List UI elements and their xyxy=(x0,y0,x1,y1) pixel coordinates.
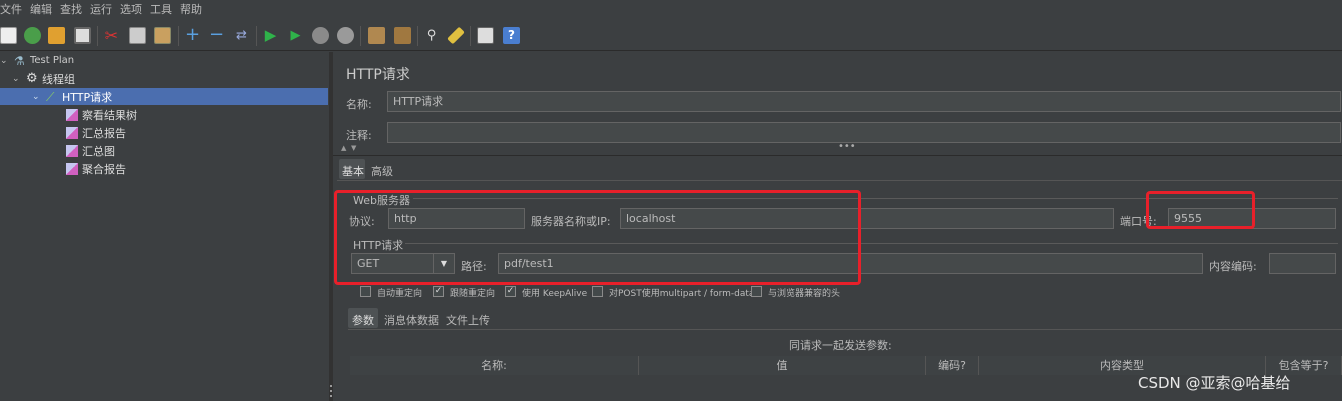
flask-icon: ⚗ xyxy=(14,53,25,68)
tree-node-label: HTTP请求 xyxy=(62,90,113,104)
name-label: 名称: xyxy=(346,98,372,111)
menu-tools[interactable]: 工具 xyxy=(150,0,172,20)
watermark: CSDN @亚索@哈基给 xyxy=(1138,374,1291,392)
tree-node-label: 线程组 xyxy=(42,72,75,86)
menu-bar: 文件 编辑 查找 运行 选项 工具 帮助 xyxy=(0,0,1342,20)
pipette-icon: ⟋ xyxy=(46,89,55,104)
drag-handle-icon[interactable]: ••• xyxy=(838,141,856,152)
cut-icon[interactable]: ✂ xyxy=(103,27,120,44)
collapse-icon[interactable]: − xyxy=(208,26,225,44)
encoding-field[interactable] xyxy=(1269,253,1336,274)
follow-redirect-label: 跟随重定向 xyxy=(450,289,496,299)
tab-params[interactable]: 参数 xyxy=(352,312,374,328)
tab-file-upload[interactable]: 文件上传 xyxy=(446,312,490,328)
menu-file[interactable]: 文件 xyxy=(0,0,22,20)
tab-divider xyxy=(337,180,1342,181)
arrow-down-icon[interactable]: ▼ xyxy=(351,144,356,152)
reset-search-icon[interactable] xyxy=(447,26,465,45)
tree-node-test-plan[interactable]: ⌄ ⚗ Test Plan xyxy=(0,52,74,69)
params-caption: 同请求一起发送参数: xyxy=(789,339,892,352)
help-icon[interactable]: ? xyxy=(503,27,520,44)
open-icon[interactable] xyxy=(48,27,65,44)
tree-node-http-request[interactable]: ⌄ ⟋ HTTP请求 xyxy=(32,88,112,105)
tab-divider xyxy=(348,329,1342,330)
graph-icon xyxy=(66,126,78,139)
collapse-splitter[interactable]: ▲ ▼ ••• xyxy=(333,141,1342,156)
menu-help[interactable]: 帮助 xyxy=(180,0,202,20)
chevron-down-icon[interactable]: ⌄ xyxy=(0,56,8,66)
column-value[interactable]: 值 xyxy=(639,356,926,375)
column-encode[interactable]: 编码? xyxy=(926,356,979,375)
tree-node-summary-report[interactable]: 汇总报告 xyxy=(66,124,126,141)
function-helper-icon[interactable] xyxy=(477,27,494,44)
tree-node-view-results-tree[interactable]: 察看结果树 xyxy=(66,106,137,123)
tab-body-data[interactable]: 消息体数据 xyxy=(384,312,439,328)
shutdown-icon[interactable] xyxy=(337,27,354,44)
tree-node-thread-group[interactable]: ⌄ ⚙ 线程组 xyxy=(12,70,75,87)
new-icon[interactable] xyxy=(0,27,17,44)
multipart-label: 对POST使用multipart / form-data xyxy=(609,289,755,299)
tree-node-label: 聚合报告 xyxy=(82,162,126,176)
auto-redirect-label: 自动重定向 xyxy=(377,289,423,299)
stop-icon[interactable] xyxy=(312,27,329,44)
expand-icon[interactable]: + xyxy=(184,26,201,44)
http-request-panel: HTTP请求 名称: HTTP请求 注释: ▲ ▼ ••• 基本 高级 Web服… xyxy=(333,52,1342,401)
copy-icon[interactable] xyxy=(129,27,146,44)
start-icon[interactable]: ▶ xyxy=(262,27,279,44)
tree-node-label: Test Plan xyxy=(30,55,75,66)
gear-icon: ⚙ xyxy=(26,70,38,86)
tree-node-summary-graph[interactable]: 汇总图 xyxy=(66,142,115,159)
graph-icon xyxy=(66,162,78,175)
tab-advanced[interactable]: 高级 xyxy=(371,163,393,179)
tree-node-label: 察看结果树 xyxy=(82,108,137,122)
toolbar: ✂ + − ⇄ ▶ ▶ ⚲ ? xyxy=(0,21,1342,51)
page-title: HTTP请求 xyxy=(346,67,410,83)
menu-search[interactable]: 查找 xyxy=(60,0,82,20)
keepalive-label: 使用 KeepAlive xyxy=(522,289,588,299)
clear-all-icon[interactable] xyxy=(394,27,411,44)
multipart-checkbox[interactable] xyxy=(592,286,603,297)
follow-redirect-checkbox[interactable]: ✓ xyxy=(433,286,444,297)
search-icon[interactable]: ⚲ xyxy=(423,27,440,44)
clear-icon[interactable] xyxy=(368,27,385,44)
tab-basic[interactable]: 基本 xyxy=(342,163,364,179)
name-field[interactable]: HTTP请求 xyxy=(387,91,1341,112)
graph-icon xyxy=(66,144,78,157)
encoding-label: 内容编码: xyxy=(1209,260,1257,273)
comment-label: 注释: xyxy=(346,129,372,142)
paste-icon[interactable] xyxy=(154,27,171,44)
browser-headers-label: 与浏览器兼容的头 xyxy=(768,289,841,299)
browser-headers-checkbox[interactable] xyxy=(751,286,762,297)
menu-run[interactable]: 运行 xyxy=(90,0,112,20)
test-plan-tree: ⌄ ⚗ Test Plan ⌄ ⚙ 线程组 ⌄ ⟋ HTTP请求 察看结果树 汇… xyxy=(0,52,331,401)
save-icon[interactable] xyxy=(74,27,91,44)
chevron-down-icon[interactable]: ⌄ xyxy=(12,74,20,84)
auto-redirect-checkbox[interactable] xyxy=(360,286,371,297)
tree-node-label: 汇总报告 xyxy=(82,126,126,140)
keepalive-checkbox[interactable]: ✓ xyxy=(505,286,516,297)
graph-icon xyxy=(66,108,78,121)
highlight-web-server xyxy=(334,190,861,285)
tree-node-aggregate-report[interactable]: 聚合报告 xyxy=(66,160,126,177)
menu-edit[interactable]: 编辑 xyxy=(30,0,52,20)
toggle-icon[interactable]: ⇄ xyxy=(233,27,250,44)
comment-field[interactable] xyxy=(387,122,1341,143)
arrow-up-icon[interactable]: ▲ xyxy=(341,144,346,152)
chevron-down-icon[interactable]: ⌄ xyxy=(32,92,40,102)
tree-node-label: 汇总图 xyxy=(82,144,115,158)
column-name[interactable]: 名称: xyxy=(350,356,639,375)
highlight-port xyxy=(1146,191,1255,229)
templates-icon[interactable] xyxy=(24,27,41,44)
menu-options[interactable]: 选项 xyxy=(120,0,142,20)
start-no-pause-icon[interactable]: ▶ xyxy=(287,27,304,44)
